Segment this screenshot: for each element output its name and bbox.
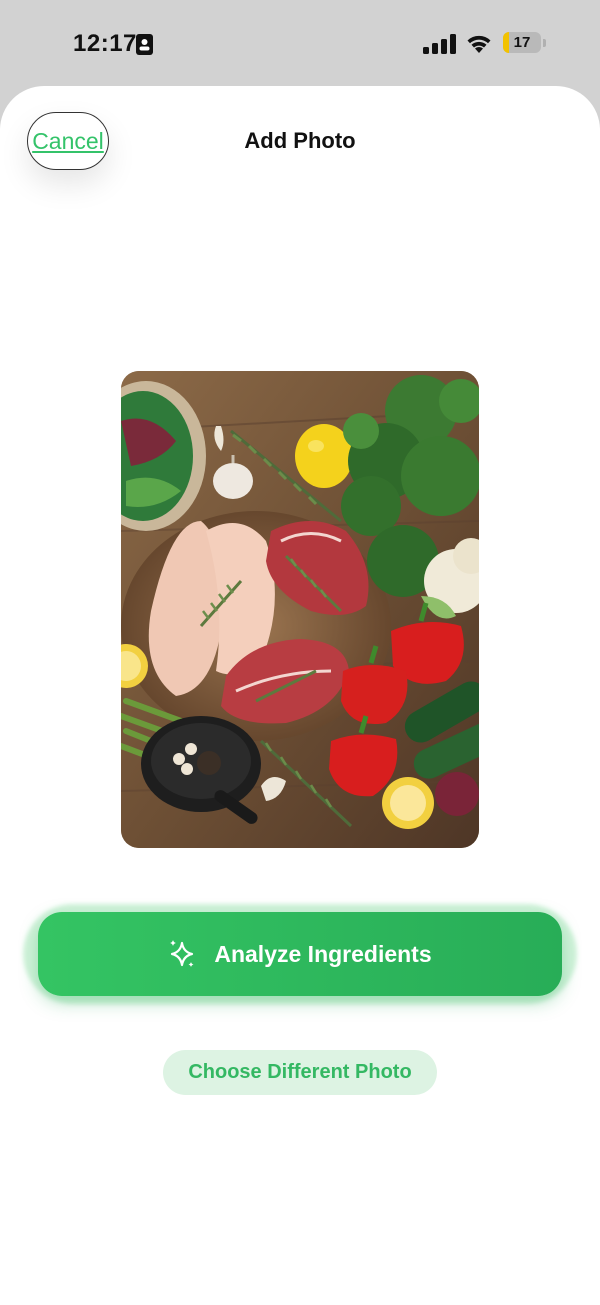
analyze-ingredients-label: Analyze Ingredients [214,940,432,967]
selected-food-photo [121,371,479,848]
page-title: Add Photo [244,128,356,153]
cellular-signal-icon [423,34,456,54]
wifi-icon [467,35,491,53]
food-photo-illustration [121,371,479,848]
status-bar: 12:17 17 [0,0,600,86]
status-time: 12:17 [73,30,137,57]
battery-level: 17 [513,34,531,51]
add-photo-sheet: Cancel Add Photo Analyze Ingredients Cho… [0,86,600,1305]
focus-person-icon [136,34,153,55]
sparkles-icon [170,940,194,967]
choose-different-photo-button[interactable]: Choose Different Photo [163,1050,437,1095]
analyze-ingredients-button[interactable]: Analyze Ingredients [38,912,562,996]
battery-indicator: 17 [503,32,547,55]
